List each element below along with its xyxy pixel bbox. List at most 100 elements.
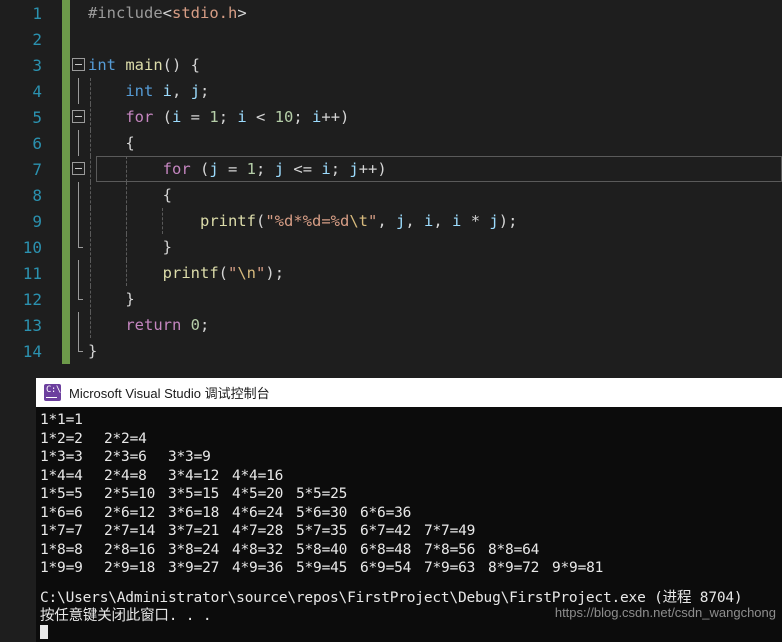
code-line[interactable]: 8 { [0,182,782,208]
fold-margin[interactable] [70,312,88,338]
output-cell: 5*5=25 [296,486,348,502]
code-editor[interactable]: 1 #include<stdio.h> 2 3 int main() { 4 i… [0,0,782,366]
output-cell: 7*9=63 [424,560,476,576]
output-cell: 9*9=81 [552,560,604,576]
fold-guide-line [78,208,79,234]
code-text[interactable]: return 0; [88,312,782,338]
code-line[interactable]: 14 } [0,338,782,364]
code-text[interactable]: for (i = 1; i < 10; i++) [88,104,782,130]
fold-margin[interactable] [70,104,88,130]
console-output-row: 1*3=3 2*3=6 3*3=9 [40,448,782,467]
output-cell: 3*6=18 [168,504,220,521]
output-cell: 3*3=9 [168,449,211,465]
code-text[interactable]: { [88,182,782,208]
fold-margin[interactable] [70,208,88,234]
output-cell: 5*9=45 [296,560,348,576]
console-cursor [40,625,48,639]
indicator-margin [52,312,62,338]
fold-margin[interactable] [70,260,88,286]
output-cell: 1*5=5 [40,486,83,502]
code-text[interactable]: } [88,286,782,312]
code-line[interactable]: 1 #include<stdio.h> [0,0,782,26]
output-cell: 4*4=16 [232,467,284,484]
fold-margin[interactable] [70,156,88,182]
code-line[interactable]: 13 return 0; [0,312,782,338]
code-line[interactable]: 11 printf("\n"); [0,260,782,286]
indicator-margin [52,26,62,52]
change-bar [62,130,70,156]
code-text[interactable]: { [88,130,782,156]
code-text[interactable] [88,26,782,52]
code-text[interactable]: } [88,234,782,260]
code-text[interactable]: int main() { [88,52,782,78]
indent-guide [90,104,91,130]
line-number: 13 [22,315,42,335]
line-number: 10 [22,237,42,257]
fold-margin[interactable] [70,0,88,26]
code-line[interactable]: 3 int main() { [0,52,782,78]
code-line[interactable]: 2 [0,26,782,52]
change-bar [62,338,70,364]
indent-guide [126,182,127,208]
output-cell: 5*8=40 [296,541,348,558]
output-cell: 2*7=14 [104,523,156,539]
code-line[interactable]: 6 { [0,130,782,156]
code-text[interactable]: printf("%d*%d=%d\t", j, i, i * j); [88,208,782,234]
string-literal-token: "%d*%d=%d [265,212,350,230]
console-title-bar[interactable]: C:\ Microsoft Visual Studio 调试控制台 [36,378,782,407]
fold-margin[interactable] [70,286,88,312]
collapse-minus-icon[interactable] [72,162,85,175]
console-output-row: 1*1=1 [40,411,782,430]
fold-margin[interactable] [70,78,88,104]
indent-guide [126,260,127,286]
change-bar [62,156,70,182]
code-text[interactable]: #include<stdio.h> [88,0,782,26]
output-cell: 4*7=28 [232,523,284,539]
line-number: 9 [32,211,42,231]
code-line[interactable]: 12 } [0,286,782,312]
fold-end-marker [78,351,83,352]
collapse-minus-icon[interactable] [72,58,85,71]
fold-margin[interactable] [70,130,88,156]
output-cell: 3*7=21 [168,523,220,539]
code-line[interactable]: 10 } [0,234,782,260]
debug-console-window[interactable]: C:\ Microsoft Visual Studio 调试控制台 1*1=1 … [36,378,782,642]
indent-guide [126,208,127,234]
indicator-margin [52,182,62,208]
output-cell: 2*6=12 [104,504,156,521]
indent-guide [90,312,91,338]
code-text[interactable]: int i, j; [88,78,782,104]
fold-margin[interactable] [70,234,88,260]
change-bar [62,182,70,208]
fold-margin[interactable] [70,338,88,364]
indicator-margin [52,0,62,26]
output-cell: 6*6=36 [360,504,412,521]
output-cell: 1*6=6 [40,504,83,521]
fold-margin[interactable] [70,26,88,52]
indicator-margin [52,208,62,234]
fold-guide-line [78,260,79,286]
output-cell: 1*3=3 [40,449,83,465]
code-text[interactable]: printf("\n"); [88,260,782,286]
change-bar [62,312,70,338]
code-text[interactable]: } [88,338,782,364]
console-output-area[interactable]: 1*1=1 1*2=2 2*2=4 1*3=3 2*3=6 3*3=9 1*4=4 2*… [36,407,782,642]
change-bar [62,26,70,52]
code-text[interactable]: for (j = 1; j <= i; j++) [88,156,782,182]
fold-guide-line [78,78,79,104]
collapse-minus-icon[interactable] [72,110,85,123]
line-number: 7 [32,159,42,179]
code-line[interactable]: 9 printf("%d*%d=%d\t", j, i, i * j); [0,208,782,234]
output-cell: 8*8=64 [488,541,540,558]
indent-guide [90,208,91,234]
code-line-current[interactable]: 7 for (j = 1; j <= i; j++) [0,156,782,182]
fold-guide-line [78,182,79,208]
console-output-row: 1*7=7 2*7=14 3*7=21 4*7=28 5*7=35 6*7=42 7*7=4… [40,522,782,541]
console-output-row: 1*5=5 2*5=10 3*5=15 4*5=20 5*5=25 [40,485,782,504]
code-line[interactable]: 5 for (i = 1; i < 10; i++) [0,104,782,130]
code-line[interactable]: 4 int i, j; [0,78,782,104]
indicator-margin [52,104,62,130]
fold-margin[interactable] [70,182,88,208]
fold-margin[interactable] [70,52,88,78]
